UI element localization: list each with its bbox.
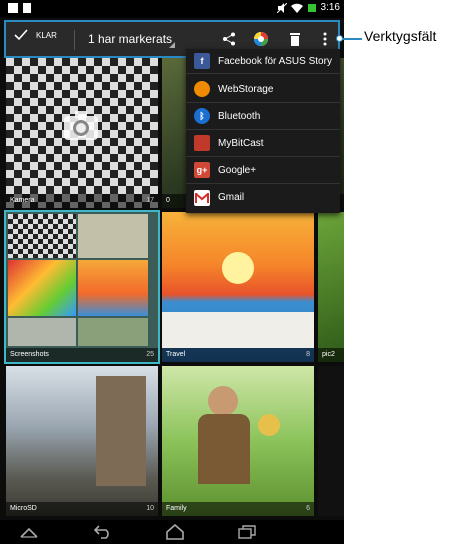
chevron-up-icon[interactable] [20, 526, 38, 538]
recent-apps-icon[interactable] [238, 525, 256, 539]
album-count: 17 [146, 197, 154, 204]
album-count [340, 194, 344, 208]
menu-item-webstorage[interactable]: WebStorage [186, 76, 340, 103]
album-tile[interactable]: Travel 8 [162, 212, 314, 362]
file-notification-icon [23, 3, 31, 13]
selection-count-dropdown[interactable]: 1 har markerats [88, 32, 172, 46]
person-head-shape [208, 386, 238, 416]
building-shape [96, 376, 146, 486]
toolbar-divider [74, 30, 75, 50]
thumbnail [8, 260, 76, 316]
album-count: 25 [146, 351, 154, 358]
menu-item-label: WebStorage [218, 83, 274, 95]
album-label: Family 6 [162, 502, 314, 516]
more-vertical-icon [323, 32, 327, 46]
sun-shape [222, 252, 254, 284]
menu-item-label: Bluetooth [218, 110, 261, 122]
check-icon [14, 29, 28, 41]
album-label: Travel 8 [162, 348, 314, 362]
menu-item-bluetooth[interactable]: ᛒ Bluetooth [186, 103, 340, 130]
album-tile-selected[interactable]: Screenshots 25 [4, 210, 160, 364]
person-body-shape [198, 414, 250, 484]
album-name: 0 [166, 197, 170, 204]
dropdown-caret-icon [169, 42, 175, 48]
menu-item-label: Facebook för ASUS Story [218, 55, 332, 67]
back-icon[interactable] [94, 525, 112, 539]
album-name: Travel [166, 351, 186, 358]
album-name: MicroSD [10, 505, 37, 512]
trash-icon [290, 33, 300, 46]
album-name: Family [166, 505, 187, 512]
album-tile[interactable]: pic2 [318, 212, 344, 362]
mute-icon [276, 2, 287, 13]
thumbnail [78, 260, 148, 316]
album-name: Screenshots [10, 351, 49, 358]
menu-item-label: MyBitCast [218, 137, 264, 149]
toolbar-callout-label: Verktygsfält [364, 28, 437, 44]
gmail-icon [194, 189, 210, 206]
child-helmet-shape [258, 414, 280, 436]
facebook-icon: f [194, 53, 210, 69]
battery-icon [307, 3, 316, 12]
album-tile[interactable]: MicroSD 10 [6, 366, 158, 516]
album-label: pic2 [318, 348, 344, 362]
share-menu: f Facebook för ASUS Story WebStorage ᛒ B… [186, 49, 340, 213]
share-icon [223, 32, 235, 46]
menu-item-google-plus[interactable]: g+ Google+ [186, 157, 340, 184]
album-label: MicroSD 10 [6, 502, 158, 516]
menu-item-mybitcast[interactable]: MyBitCast [186, 130, 340, 157]
home-icon[interactable] [166, 524, 184, 540]
status-bar: 3:16 [0, 0, 344, 18]
done-button[interactable]: KLAR [14, 29, 57, 41]
menu-item-facebook[interactable]: f Facebook för ASUS Story [186, 49, 340, 74]
tablet-screen: 3:16 KLAR 1 har markerats Kamera 17 0 Sc… [0, 0, 344, 544]
callout-line [340, 38, 362, 40]
buildings-shape [162, 312, 314, 348]
menu-item-gmail[interactable]: Gmail [186, 184, 340, 211]
thumbnail [8, 318, 76, 346]
thumbnail [78, 318, 148, 346]
camera-icon [64, 111, 98, 140]
album-tile[interactable]: Family 6 [162, 366, 314, 516]
google-plus-icon: g+ [194, 162, 210, 178]
done-label: KLAR [36, 30, 57, 40]
thumbnail [78, 214, 148, 258]
wifi-icon [290, 3, 303, 13]
app-share-icon [254, 32, 268, 46]
album-label: Kamera 17 [6, 194, 158, 208]
webstorage-icon [194, 81, 210, 97]
empty-tile [318, 366, 344, 516]
album-name: pic2 [322, 351, 335, 358]
album-tile[interactable]: Kamera 17 [6, 58, 158, 208]
album-count: 8 [306, 351, 310, 358]
album-name: Kamera [10, 197, 35, 204]
navigation-bar [0, 520, 344, 544]
gallery-notification-icon [8, 3, 18, 13]
album-label: Screenshots 25 [6, 348, 158, 362]
bluetooth-icon: ᛒ [194, 108, 210, 124]
album-count: 10 [146, 505, 154, 512]
callout-dot [336, 35, 343, 42]
album-count: 6 [306, 505, 310, 512]
mybitcast-icon [194, 135, 210, 151]
thumbnail [8, 214, 76, 258]
clock: 3:16 [320, 2, 340, 13]
menu-item-label: Gmail [218, 192, 245, 203]
menu-item-label: Google+ [218, 164, 257, 176]
